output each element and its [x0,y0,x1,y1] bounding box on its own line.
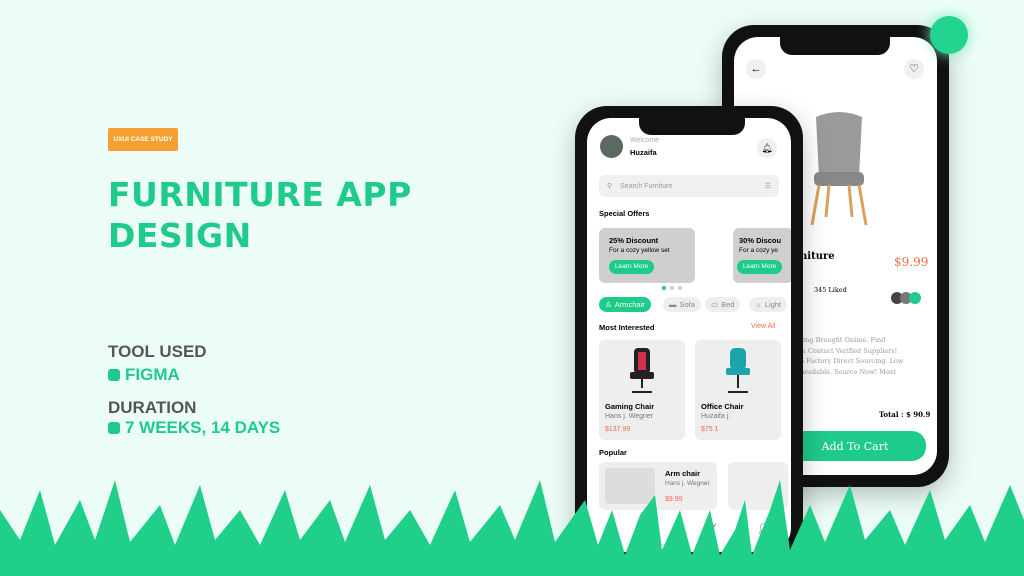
desc-line: ring Brought Online. Find [800,336,886,344]
back-button[interactable]: ← [746,59,766,79]
filter-icon[interactable]: ☰ [765,182,771,190]
offer-card[interactable]: 25% Discount For a cozy yellow set Learn… [599,228,695,283]
product-name: niture [800,251,835,262]
learn-more-button[interactable]: Learn More [737,260,783,274]
category-label: Armchair [614,300,645,309]
tool-value: FIGMA [108,365,180,385]
welcome-text: Welcome [630,137,660,144]
search-icon: ⚲ [607,183,613,190]
desc-line: Available. Source Now! Most [800,367,896,376]
offer-subtitle: For a cozy ye [739,247,779,254]
tool-label: TOOL USED [108,342,207,361]
product-maker: Huzaifa j. [701,413,731,420]
avatar[interactable] [600,135,623,158]
likes-count: 345 Liked [814,286,847,294]
title-line-1: FURNITURE APP [108,175,412,214]
desc-line: & Contact Verified Suppliers! [800,346,898,355]
learn-more-button[interactable]: Learn More [609,260,655,274]
product-description: ring Brought Online. Find & Contact Verif… [800,335,903,377]
category-label: Light [764,300,782,309]
category-label: Bed [721,300,735,309]
category-bed[interactable]: ▭ Bed [705,297,741,312]
category-light[interactable]: ☼ Light [749,297,788,312]
liked-avatars [891,292,921,304]
chair-image [810,112,868,226]
product-card[interactable]: Office Chair Huzaifa j. $75.1 [695,340,781,440]
figma-icon [108,369,120,381]
product-price: $137.99 [605,426,631,433]
clock-icon [108,422,120,434]
view-all-link[interactable]: View All [751,323,775,330]
gaming-chair-image [630,348,654,393]
notch [639,118,745,135]
title-line-2: DESIGN [108,216,252,255]
user-name: Huzaifa [630,148,657,157]
bell-icon[interactable]: 🔔︎ [757,138,777,158]
heart-icon[interactable]: ♡ [904,59,924,79]
notch [780,37,890,55]
special-offers-heading: Special Offers [599,209,650,218]
grass-decoration [0,480,1024,576]
popular-heading: Popular [599,448,627,457]
product-card[interactable]: Gaming Chair Hans j. Wegner $137.99 [599,340,685,440]
offer-title: 25% Discount [609,236,659,245]
carousel-dots[interactable] [662,286,682,290]
product-name: Gaming Chair [605,402,655,411]
offer-subtitle: For a cozy yellow set [609,247,670,254]
decorative-circle [930,16,968,54]
offer-title: 30% Discou [739,236,782,245]
office-chair-image [726,348,750,393]
tool-text: FIGMA [125,365,180,384]
page-title: FURNITURE APP DESIGN [108,174,412,256]
product-maker: Hans j. Wegner [605,413,654,420]
case-study-badge: UXUI CASE STUDY [108,128,178,151]
search-placeholder: Search Furniture [620,182,673,190]
desc-line: h Factory Direct Sourcing. Low [800,357,904,365]
category-sofa[interactable]: ▬ Sofa [663,297,701,312]
add-to-cart-button[interactable]: Add To Cart [784,431,926,461]
duration-text: 7 WEEKS, 14 DAYS [125,418,281,437]
total-price: Total : $ 90.9 [879,410,931,419]
product-price: $9.99 [894,255,929,269]
offer-card[interactable]: 30% Discou For a cozy ye Learn More [733,228,791,283]
product-name: Office Chair [701,402,744,411]
product-price: $75.1 [701,426,719,433]
duration-value: 7 WEEKS, 14 DAYS [108,418,280,438]
category-label: Sofa [679,300,695,309]
duration-label: DURATION [108,398,197,417]
category-armchair[interactable]: ♙ Armchair [599,297,651,312]
search-input[interactable]: ⚲ Search Furniture ☰ [599,175,779,197]
most-interested-heading: Most Interested [599,323,655,332]
